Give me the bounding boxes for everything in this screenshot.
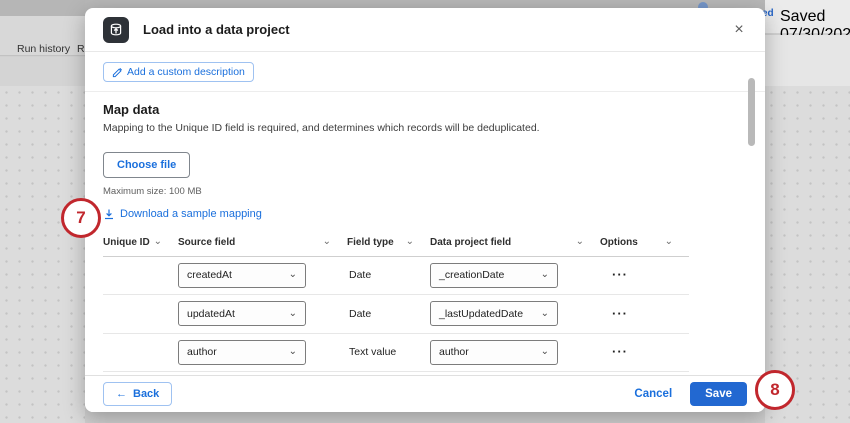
- table-row: createdAt ⌄ Date _creationDate ⌄ ···: [103, 257, 689, 296]
- annotation-circle-7: 7: [61, 198, 101, 238]
- save-button[interactable]: Save: [690, 382, 747, 406]
- choose-file-button[interactable]: Choose file: [103, 152, 190, 178]
- map-data-heading: Map data: [103, 102, 747, 117]
- row-options-menu-icon[interactable]: ···: [600, 271, 689, 279]
- description-row: Add a custom description: [85, 52, 765, 92]
- chevron-down-icon: ⌄: [289, 270, 297, 280]
- chevron-down-icon: ⌄: [289, 309, 297, 319]
- background-tab-bar: Run history R: [0, 16, 85, 56]
- table-row: updatedAt ⌄ Date _lastUpdatedDate ⌄ ···: [103, 295, 689, 334]
- data-project-field-select[interactable]: _lastUpdatedDate ⌄: [430, 301, 558, 326]
- col-field-type: Field type: [347, 237, 394, 248]
- chevron-down-icon: ⌄: [541, 309, 549, 319]
- back-arrow-icon: ←: [116, 388, 127, 400]
- field-type-value: Date: [347, 308, 430, 320]
- chevron-down-icon: ⌄: [541, 270, 549, 280]
- dialog-footer: ← Back Cancel Save: [85, 375, 765, 412]
- cancel-button[interactable]: Cancel: [634, 388, 672, 400]
- add-custom-description-label: Add a custom description: [127, 66, 245, 78]
- source-field-select[interactable]: createdAt ⌄: [178, 263, 306, 288]
- chevron-down-icon: ⌄: [541, 347, 549, 357]
- row-options-menu-icon[interactable]: ···: [600, 310, 689, 318]
- col-source-field: Source field: [178, 237, 235, 248]
- dialog-header: Load into a data project ×: [85, 8, 765, 52]
- edit-pencil-icon: [112, 67, 123, 78]
- dialog-body: Map data Mapping to the Unique ID field …: [85, 92, 765, 400]
- scrollbar-thumb[interactable]: [748, 78, 755, 146]
- background-saved-bar: ed Saved 07/30/2025: [765, 0, 850, 34]
- tab-partial[interactable]: R: [77, 43, 85, 55]
- background-toggle-bar: Turn the w: [765, 35, 850, 86]
- col-options: Options: [600, 237, 638, 248]
- select-value: author: [439, 346, 469, 358]
- select-value: author: [187, 346, 217, 358]
- select-value: createdAt: [187, 269, 232, 281]
- field-type-value: Date: [347, 269, 430, 281]
- select-value: _lastUpdatedDate: [439, 308, 523, 320]
- map-data-description: Mapping to the Unique ID field is requir…: [103, 122, 747, 134]
- source-field-select[interactable]: author ⌄: [178, 340, 306, 365]
- data-project-field-select[interactable]: _creationDate ⌄: [430, 263, 558, 288]
- data-project-upload-icon: [103, 17, 129, 43]
- chevron-down-icon[interactable]: ⌄: [154, 237, 162, 247]
- add-custom-description-button[interactable]: Add a custom description: [103, 62, 254, 82]
- dialog-title: Load into a data project: [143, 22, 290, 37]
- select-value: updatedAt: [187, 308, 235, 320]
- back-button-label: Back: [133, 388, 159, 400]
- mapping-table-header: Unique ID ⌄ Source field ⌄ Field type ⌄ Dat…: [103, 237, 689, 257]
- max-file-size-text: Maximum size: 100 MB: [103, 186, 747, 197]
- download-sample-mapping-link[interactable]: Download a sample mapping: [103, 208, 262, 220]
- col-unique-id: Unique ID: [103, 237, 150, 248]
- close-icon[interactable]: ×: [729, 20, 749, 40]
- select-value: _creationDate: [439, 269, 504, 281]
- back-button[interactable]: ← Back: [103, 382, 172, 406]
- source-field-select[interactable]: updatedAt ⌄: [178, 301, 306, 326]
- annotation-circle-8: 8: [755, 370, 795, 410]
- chevron-down-icon[interactable]: ⌄: [323, 237, 331, 247]
- load-data-project-dialog: Load into a data project × Add a custom …: [85, 8, 765, 412]
- row-options-menu-icon[interactable]: ···: [600, 348, 689, 356]
- download-link-label: Download a sample mapping: [120, 208, 262, 220]
- download-icon: [103, 208, 115, 220]
- chevron-down-icon[interactable]: ⌄: [406, 237, 414, 247]
- table-row: author ⌄ Text value author ⌄ ···: [103, 334, 689, 373]
- dialog-scrollbar[interactable]: [748, 74, 755, 374]
- tab-run-history[interactable]: Run history: [17, 43, 70, 55]
- background-dot-grid: [0, 86, 85, 423]
- chevron-down-icon: ⌄: [289, 347, 297, 357]
- background-left-band: [0, 57, 85, 86]
- field-type-value: Text value: [347, 346, 430, 358]
- data-project-field-select[interactable]: author ⌄: [430, 340, 558, 365]
- chevron-down-icon[interactable]: ⌄: [576, 237, 584, 247]
- background-right: ed Saved 07/30/2025 Turn the w: [765, 0, 850, 423]
- background-left-top: [0, 0, 85, 16]
- chevron-down-icon[interactable]: ⌄: [665, 237, 673, 247]
- col-data-project-field: Data project field: [430, 237, 511, 248]
